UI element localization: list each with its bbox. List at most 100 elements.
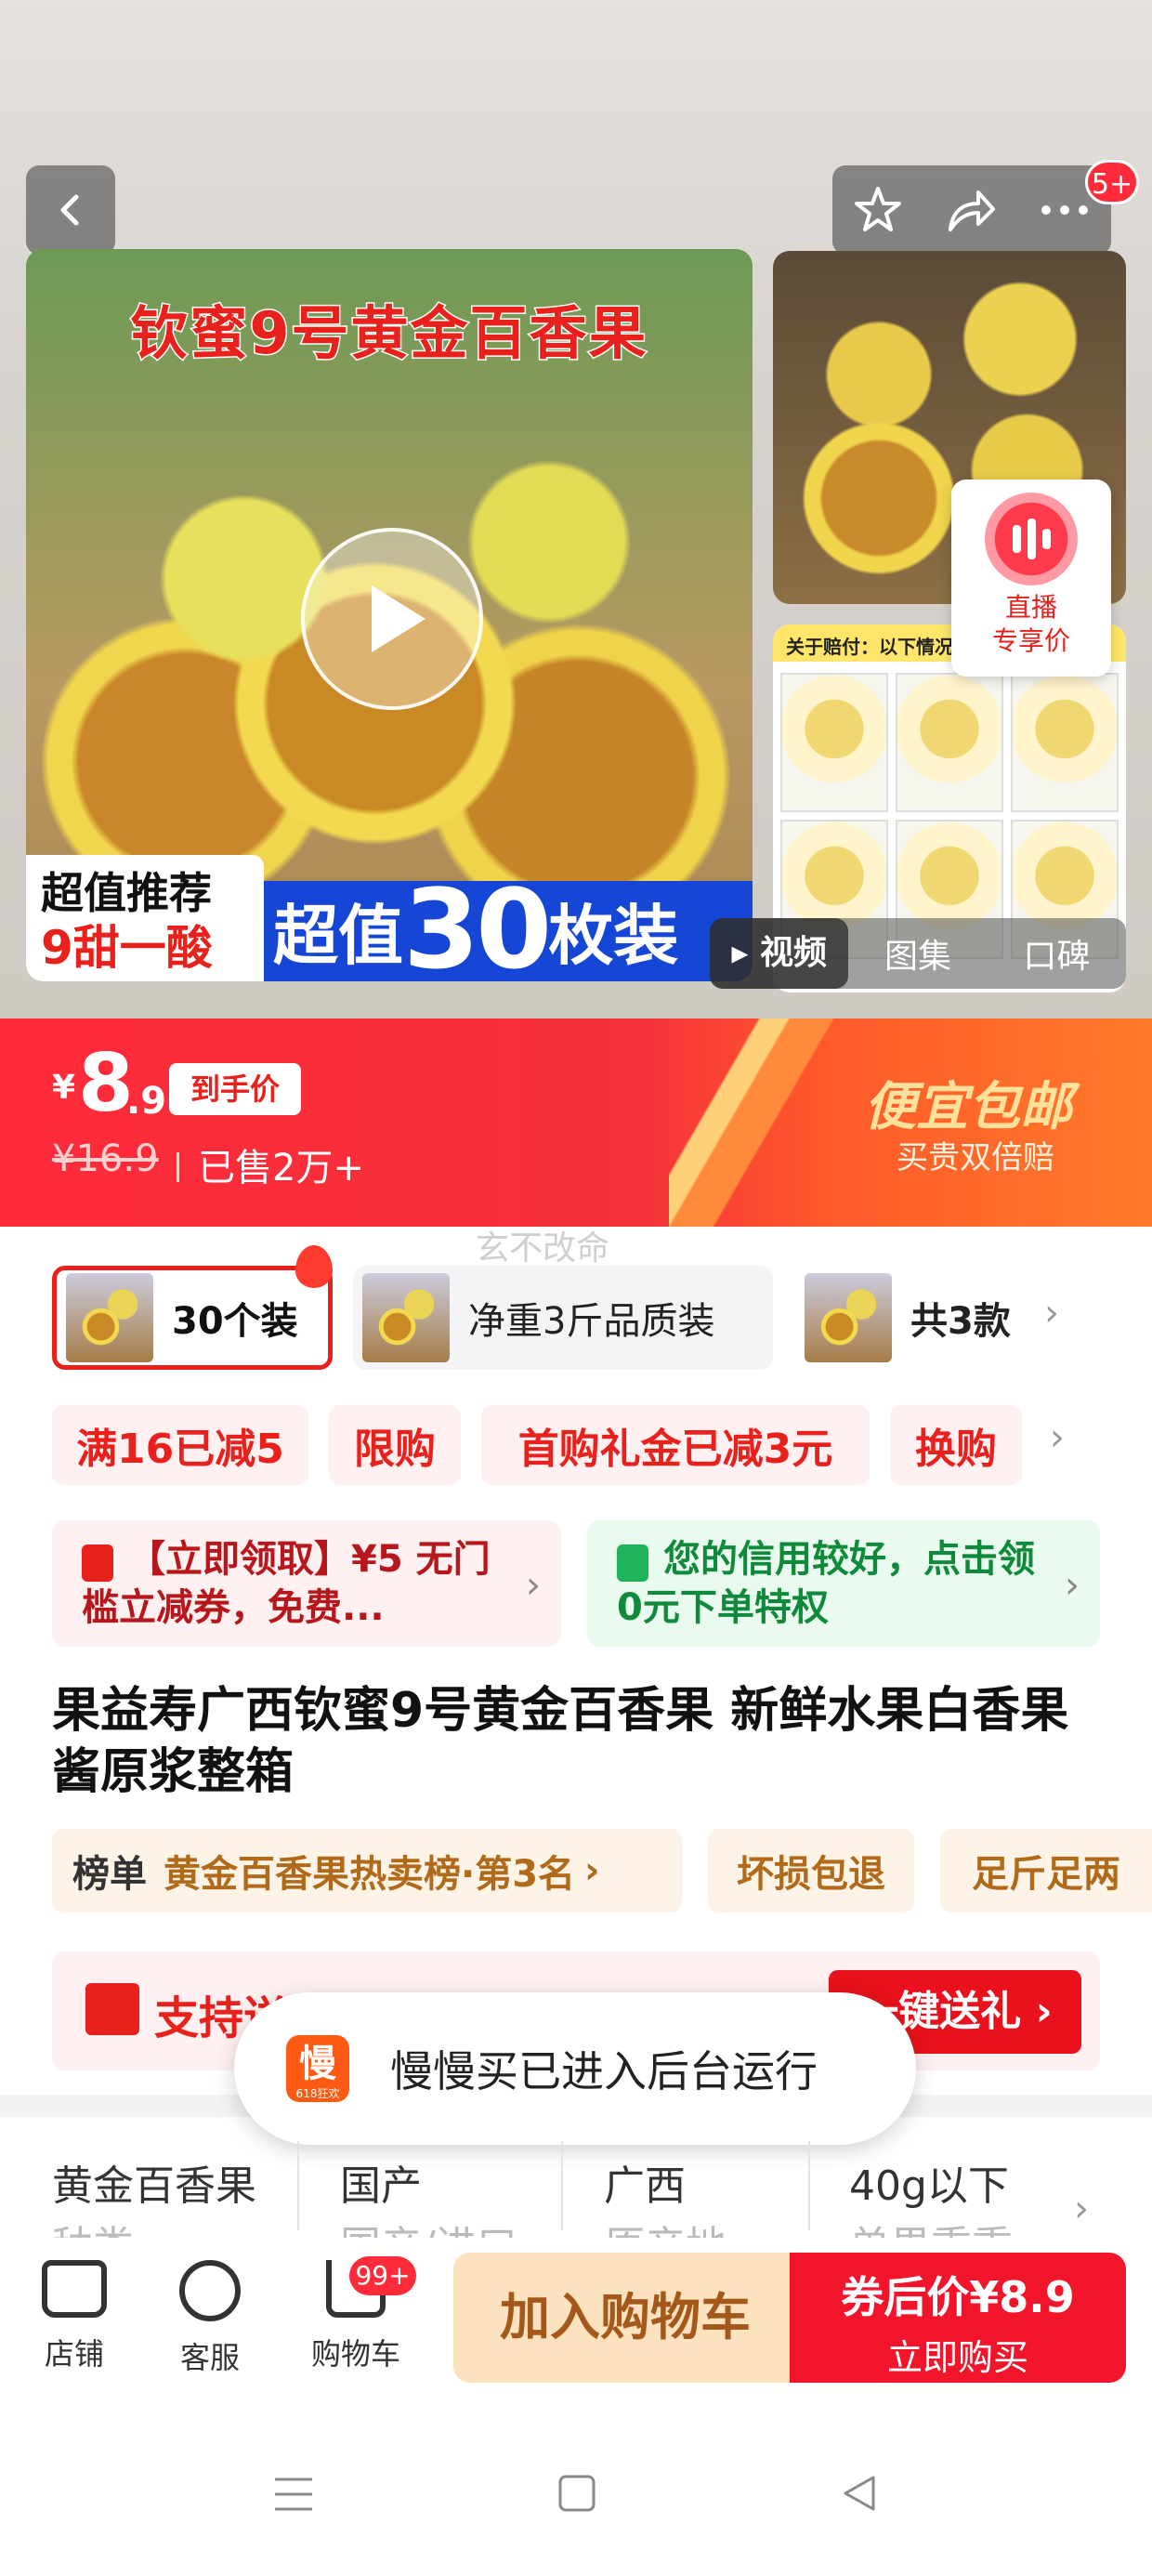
main-product-image[interactable]: 钦蜜9号黄金百香果 超值推荐 9甜一酸 超值 30 枚装: [26, 249, 753, 981]
tab-reviews[interactable]: 口碑: [988, 929, 1126, 978]
menu-icon[interactable]: [273, 2476, 314, 2513]
voucher-icon: [82, 1544, 113, 1582]
background-toast: 慢 618狂欢 慢慢买已进入后台运行: [234, 1992, 916, 2145]
ranking-value: 黄金百香果热卖榜·第3名: [164, 1853, 576, 1896]
more-icon[interactable]: [1037, 201, 1093, 219]
spec-separator: [561, 2141, 563, 2230]
chevron-right-icon[interactable]: ›: [1044, 1292, 1059, 1334]
spec-origin-label: 原产地: [604, 2223, 727, 2238]
shop-button[interactable]: 店铺: [37, 2260, 111, 2373]
play-icon: [372, 585, 425, 652]
live-label: 直播 专享价: [991, 592, 1070, 656]
action-group: [832, 165, 1111, 255]
option-label: 30个装: [172, 1300, 298, 1343]
system-nav-bar: [0, 2401, 1152, 2576]
tab-video[interactable]: ▸ 视频: [710, 918, 849, 989]
product-page: 5+ 钦蜜9号黄金百香果 超值推荐 9甜一酸 超值 30 枚装 关于赔付：以下情…: [0, 0, 1152, 2576]
cart-label: 购物车: [310, 2336, 400, 2372]
tab-video-label: 视频: [759, 934, 827, 972]
app-icon-sub: 618狂欢: [295, 2087, 340, 2100]
service-button[interactable]: 客服: [173, 2260, 247, 2377]
spec-variety-label: 种类: [52, 2223, 134, 2238]
shop-label: 店铺: [44, 2336, 104, 2372]
bottom-action-bar: 店铺 客服 购物车 99+ 加入购物车 券后价¥8.9 立即购买: [0, 2238, 1152, 2401]
chevron-right-icon: ›: [584, 1849, 600, 1892]
shopping-bag-icon: [617, 1544, 648, 1582]
option-label: 净重3斤品质装: [468, 1300, 715, 1343]
spec-weight: 40g以下: [849, 2162, 1009, 2210]
chevron-right-icon[interactable]: ›: [1050, 1416, 1065, 1459]
option-thumbnail: [805, 1273, 892, 1362]
cart-count-badge: 99+: [349, 2256, 416, 2295]
toast-message: 慢慢买已进入后台运行: [390, 2046, 818, 2096]
final-price-tag: 到手价: [169, 1063, 301, 1115]
credit-card[interactable]: 您的信用较好，点击领0元下单特权 ›: [587, 1520, 1100, 1647]
coupon-limit[interactable]: 限购: [329, 1405, 461, 1485]
pack-number: 30: [403, 865, 552, 981]
price-banner: ¥ 8 .9 到手价 ¥16.9 已售2万+ 便宜包邮 买贵双倍赔: [0, 1019, 1152, 1227]
app-icon-text: 慢: [299, 2043, 336, 2085]
coupon-discount[interactable]: 满16已减5: [52, 1405, 308, 1485]
tag-damage-refund[interactable]: 坏损包退: [708, 1829, 914, 1912]
buy-price: 券后价¥8.9: [841, 2272, 1075, 2322]
chevron-right-icon[interactable]: ›: [1074, 2188, 1089, 2230]
product-gallery[interactable]: 5+ 钦蜜9号黄金百香果 超值推荐 9甜一酸 超值 30 枚装 关于赔付：以下情…: [0, 0, 1152, 1019]
quality-grid: [780, 673, 1119, 959]
buy-label: 立即购买: [886, 2337, 1028, 2378]
spec-origin-type-label: 国产/进口: [340, 2223, 517, 2238]
buy-now-button[interactable]: 券后价¥8.9 立即购买: [790, 2253, 1126, 2383]
spec-separator: [297, 2141, 299, 2230]
recommend-badge: 超值推荐 9甜一酸: [26, 855, 264, 981]
tag-full-weight[interactable]: 足斤足两: [940, 1829, 1152, 1912]
ranking-badge[interactable]: 榜单 黄金百香果热卖榜·第3名 ›: [52, 1829, 682, 1912]
quality-cell: [1011, 673, 1119, 812]
promo-title: 便宜包邮: [864, 1077, 1072, 1137]
store-icon: [42, 2260, 107, 2318]
option-30-pack[interactable]: 30个装: [52, 1266, 333, 1370]
promo-subtitle: 买贵双倍赔: [897, 1139, 1054, 1176]
ranking-label: 榜单: [72, 1853, 147, 1896]
option-total: 共3款: [910, 1300, 1011, 1343]
coupon-first-order[interactable]: 首购礼金已减3元: [481, 1405, 870, 1485]
recommend-line2: 9甜一酸: [41, 921, 213, 975]
back-nav-icon[interactable]: [840, 2474, 879, 2513]
tab-gallery[interactable]: 图集: [848, 929, 987, 978]
product-title: 果益寿广西钦蜜9号黄金百香果 新鲜水果白香果酱原浆整箱: [52, 1683, 1069, 1800]
chevron-left-icon: [60, 194, 79, 226]
play-video-button[interactable]: [301, 528, 483, 710]
pack-suffix: 枚装: [548, 898, 679, 974]
hot-flame-icon: [295, 1245, 333, 1288]
gift-icon: [85, 1983, 139, 2035]
chevron-right-icon: ›: [526, 1564, 541, 1607]
pack-prefix: 超值: [273, 898, 403, 974]
quality-cell: [780, 673, 888, 812]
live-icon: [985, 493, 1078, 585]
spec-origin-type: 国产: [340, 2162, 422, 2210]
option-thumbnail: [362, 1273, 450, 1362]
watermark: 玄不改命: [476, 1229, 610, 1268]
live-price-widget[interactable]: 直播 专享价: [951, 480, 1111, 677]
media-tabs: ▸ 视频 图集 口碑: [710, 918, 1126, 989]
quality-cell: [896, 673, 1003, 812]
sold-count: 已售2万+: [177, 1137, 364, 1191]
share-icon[interactable]: [943, 183, 999, 237]
service-label: 客服: [179, 2340, 240, 2375]
voucher-text: 【立即领取】¥5 无门槛立减券，免费...: [82, 1538, 491, 1629]
home-icon[interactable]: [557, 2474, 596, 2513]
option-thumbnail: [66, 1273, 153, 1362]
pack-badge: 超值 30 枚装: [264, 865, 753, 981]
spec-separator: [808, 2141, 810, 2230]
chevron-right-icon: ›: [1065, 1564, 1080, 1607]
back-button[interactable]: [26, 165, 115, 255]
voucher-card[interactable]: 【立即领取】¥5 无门槛立减券，免费... ›: [52, 1520, 561, 1647]
star-icon[interactable]: [851, 183, 905, 237]
lightning-decoration: [669, 1019, 845, 1227]
currency-symbol: ¥: [52, 1069, 76, 1107]
option-3-jin[interactable]: 净重3斤品质装: [353, 1266, 773, 1370]
coupon-exchange[interactable]: 换购: [890, 1405, 1022, 1485]
credit-text: 您的信用较好，点击领0元下单特权: [617, 1538, 1035, 1629]
add-to-cart-button[interactable]: 加入购物车: [453, 2253, 797, 2383]
customer-service-icon: [179, 2260, 241, 2321]
notification-badge: 5+: [1085, 160, 1139, 204]
price-decimal: .9: [126, 1080, 167, 1123]
